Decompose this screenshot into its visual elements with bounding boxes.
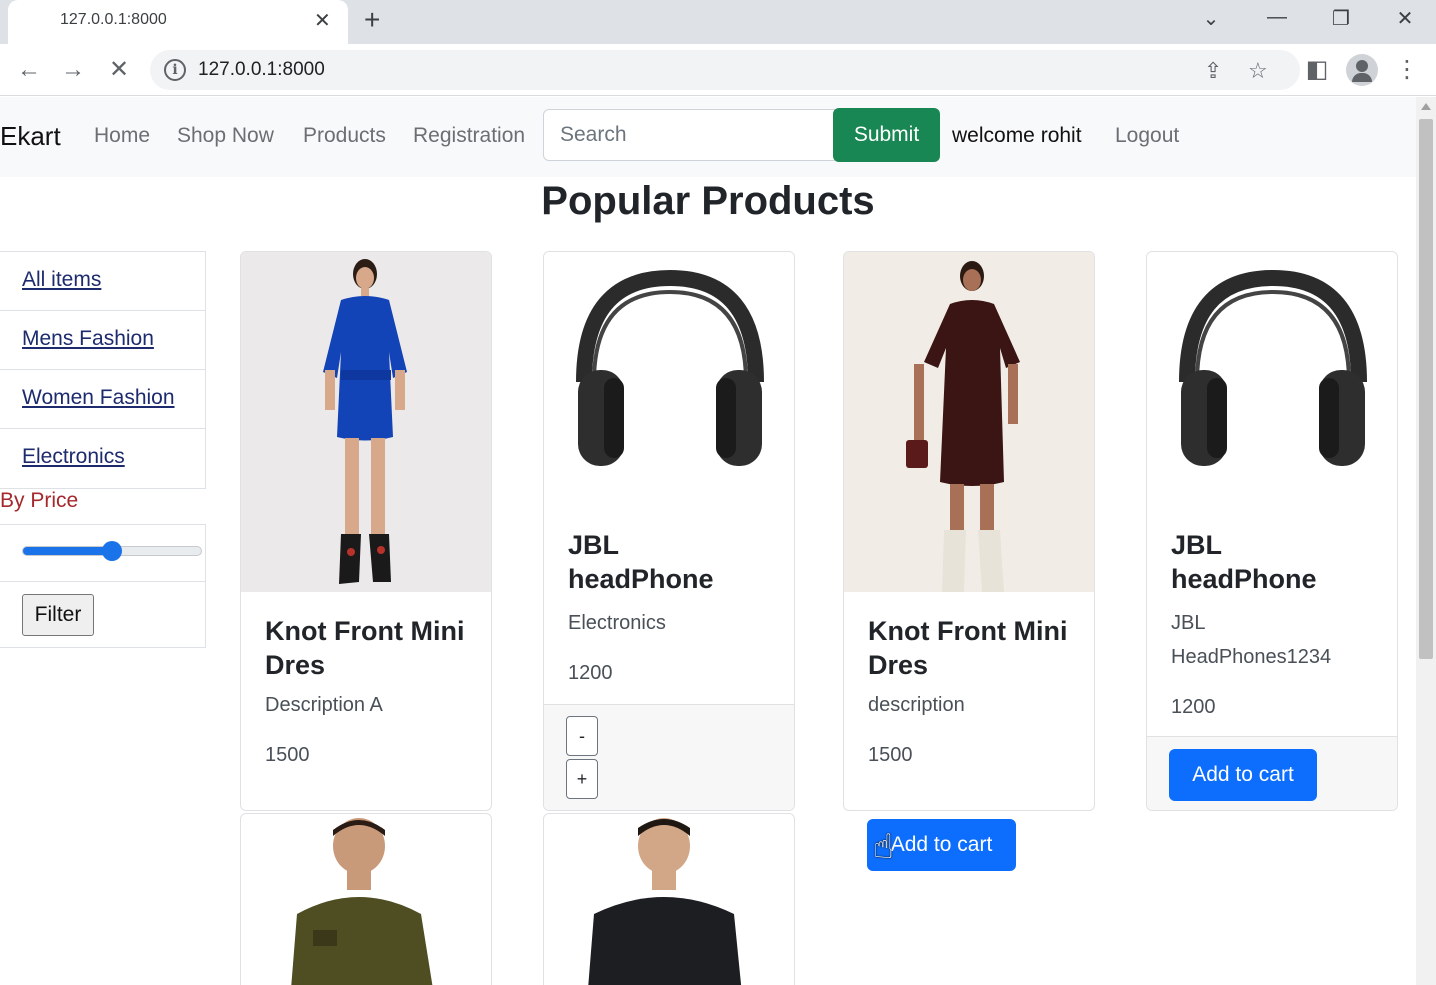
close-window-icon[interactable]: ✕ xyxy=(1390,6,1420,31)
price-slider-fill xyxy=(23,547,113,555)
new-tab-icon[interactable]: + xyxy=(364,4,380,36)
browser-toolbar: ← → ✕ i 127.0.0.1:8000 ⇪ ☆ ◧ ⋮ xyxy=(0,44,1436,96)
address-bar[interactable]: i 127.0.0.1:8000 ⇪ ☆ xyxy=(150,50,1300,90)
nav-link-registration[interactable]: Registration xyxy=(413,124,525,148)
nav-link-products[interactable]: Products xyxy=(303,124,386,148)
stop-loading-icon[interactable]: ✕ xyxy=(104,56,134,84)
nav-link-home[interactable]: Home xyxy=(94,124,150,148)
product-image-headphones[interactable] xyxy=(1147,252,1397,512)
product-image-maroon-dress[interactable] xyxy=(844,252,1094,592)
search-input[interactable] xyxy=(543,109,835,161)
card-footer: - + xyxy=(544,704,794,810)
url-text[interactable]: 127.0.0.1:8000 xyxy=(198,59,325,81)
headphones-illustration xyxy=(1179,269,1367,466)
dress-model-illustration xyxy=(906,261,1020,592)
product-card xyxy=(543,813,795,985)
filter-divider xyxy=(0,581,206,582)
scroll-up-icon[interactable] xyxy=(1421,103,1431,110)
navbar: Ekart Home Shop Now Products Registratio… xyxy=(0,97,1416,177)
category-all-items[interactable]: All items xyxy=(0,252,205,311)
menu-icon[interactable]: ⋮ xyxy=(1392,56,1422,84)
welcome-text: welcome rohit xyxy=(952,124,1082,147)
product-description: description xyxy=(868,694,965,716)
price-filter-box: Filter xyxy=(0,524,206,648)
side-panel-icon[interactable]: ◧ xyxy=(1302,56,1332,84)
product-card: Knot Front Mini Dres description 1500 xyxy=(843,251,1095,811)
headphones-illustration xyxy=(576,269,764,466)
add-to-cart-button[interactable]: Add to cart xyxy=(1169,749,1317,801)
quantity-increase-button[interactable]: + xyxy=(566,759,598,799)
product-title[interactable]: Knot Front Mini Dres xyxy=(265,614,467,682)
browser-tab-strip: 127.0.0.1:8000 ✕ + ⌄ — ❐ ✕ xyxy=(0,0,1436,44)
product-title[interactable]: Knot Front Mini Dres xyxy=(868,614,1070,682)
product-image-headphones[interactable] xyxy=(544,252,794,512)
card-footer: Add to cart xyxy=(1147,736,1397,810)
submit-button[interactable]: Submit xyxy=(833,108,940,162)
share-icon[interactable]: ⇪ xyxy=(1204,58,1222,84)
back-icon[interactable]: ← xyxy=(14,56,44,84)
product-image-man-olive-shirt[interactable] xyxy=(241,814,491,985)
product-card: JBL headPhone JBL HeadPhones1234 1200 Ad… xyxy=(1146,251,1398,811)
product-description: Electronics xyxy=(568,612,666,634)
product-price: 1200 xyxy=(1171,696,1216,718)
profile-icon[interactable] xyxy=(1346,54,1378,86)
product-card xyxy=(240,813,492,985)
category-mens-fashion[interactable]: Mens Fashion xyxy=(0,311,205,370)
price-filter-label: By Price xyxy=(0,489,79,512)
product-description-line1: JBL xyxy=(1171,612,1206,634)
price-slider-handle[interactable] xyxy=(102,541,122,561)
product-card: JBL headPhone Electronics 1200 - + xyxy=(543,251,795,811)
tab-title: 127.0.0.1:8000 xyxy=(60,11,167,28)
category-list: All items Mens Fashion Women Fashion Ele… xyxy=(0,251,206,489)
page-scrollbar[interactable] xyxy=(1416,97,1436,985)
page-title: Popular Products xyxy=(541,179,875,223)
browser-tab[interactable]: 127.0.0.1:8000 ✕ xyxy=(8,0,348,44)
product-description-line2: HeadPhones1234 xyxy=(1171,646,1332,668)
dress-model-illustration xyxy=(323,259,407,584)
forward-icon[interactable]: → xyxy=(58,56,88,84)
close-tab-icon[interactable]: ✕ xyxy=(314,8,331,33)
filter-button[interactable]: Filter xyxy=(22,594,94,636)
category-electronics[interactable]: Electronics xyxy=(0,429,205,488)
product-price: 1500 xyxy=(868,744,913,766)
star-icon[interactable]: ☆ xyxy=(1248,58,1268,84)
nav-link-shop-now[interactable]: Shop Now xyxy=(177,124,274,148)
page-content: Ekart Home Shop Now Products Registratio… xyxy=(0,97,1416,985)
product-price: 1500 xyxy=(265,744,310,766)
product-description: Description A xyxy=(265,694,383,716)
logout-link[interactable]: Logout xyxy=(1115,124,1179,148)
scrollbar-thumb[interactable] xyxy=(1419,119,1433,659)
quantity-decrease-button[interactable]: - xyxy=(566,716,598,756)
minimize-icon[interactable]: — xyxy=(1262,6,1292,29)
product-title[interactable]: JBL headPhone xyxy=(568,528,770,596)
male-model-illustration xyxy=(588,818,742,985)
male-model-illustration xyxy=(291,818,433,985)
restore-icon[interactable]: ❐ xyxy=(1326,6,1356,31)
product-title[interactable]: JBL headPhone xyxy=(1171,528,1373,596)
hand-cursor-icon: ☝ xyxy=(873,828,894,866)
product-card: Knot Front Mini Dres Description A 1500 xyxy=(240,251,492,811)
category-women-fashion[interactable]: Women Fashion xyxy=(0,370,205,429)
product-image-blue-dress[interactable] xyxy=(241,252,491,592)
tab-search-icon[interactable]: ⌄ xyxy=(1196,6,1226,31)
brand-logo[interactable]: Ekart xyxy=(0,121,61,152)
product-price: 1200 xyxy=(568,662,613,684)
info-icon[interactable]: i xyxy=(164,59,186,81)
product-image-man-black-shirt[interactable] xyxy=(544,814,794,985)
